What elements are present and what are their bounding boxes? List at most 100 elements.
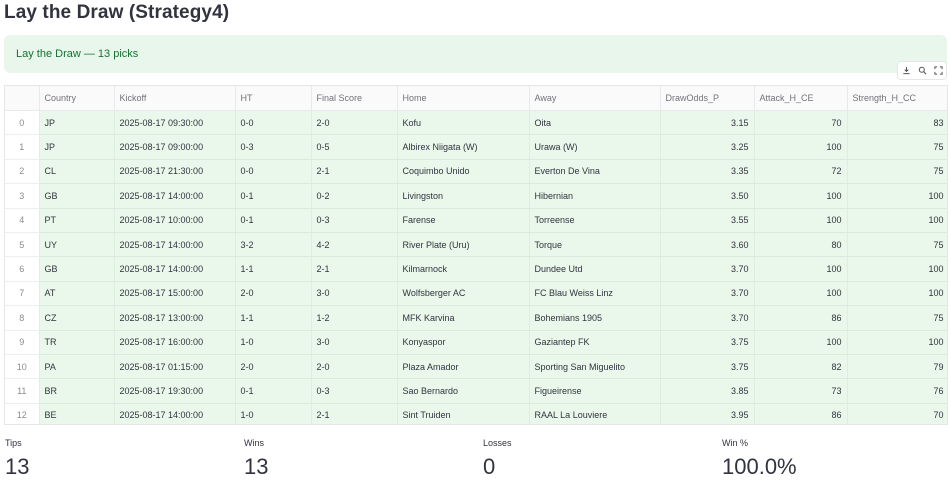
- cell-home: Konyaspor: [397, 330, 530, 355]
- metric-value: 13: [5, 454, 30, 479]
- table-row[interactable]: 12 BE 2025-08-17 14:00:00 1-0 2-1 Sint Truide…: [5, 403, 947, 424]
- cell-draw-odds: 3.75: [660, 330, 755, 355]
- row-index: 1: [5, 134, 40, 160]
- column-header-country[interactable]: Country: [39, 86, 115, 111]
- column-header-strength[interactable]: Strength_H_CC: [847, 86, 947, 111]
- cell-away: Hibernian: [529, 183, 661, 209]
- table-toolbar: [897, 61, 947, 80]
- cell-final-score: 0-2: [311, 183, 398, 209]
- cell-country: PA: [39, 354, 115, 380]
- row-index: 8: [5, 305, 40, 331]
- cell-strength: 83: [847, 110, 947, 136]
- row-index: 6: [5, 256, 40, 282]
- cell-home: Livingston: [397, 183, 530, 209]
- cell-attack: 80: [754, 232, 848, 258]
- table-row[interactable]: 2 CL 2025-08-17 21:30:00 0-0 2-1 Coquimbo Uni…: [5, 159, 947, 185]
- search-icon[interactable]: [918, 66, 927, 75]
- cell-attack: 72: [754, 159, 848, 185]
- cell-country: AT: [39, 281, 115, 307]
- row-index: 3: [5, 183, 40, 209]
- cell-final-score: 1-2: [311, 305, 398, 331]
- cell-attack: 100: [754, 330, 848, 355]
- cell-ht: 0-3: [235, 134, 312, 160]
- cell-kickoff: 2025-08-17 09:30:00: [114, 110, 236, 136]
- cell-draw-odds: 3.70: [660, 305, 755, 331]
- column-header-attack[interactable]: Attack_H_CE: [754, 86, 848, 111]
- picks-table[interactable]: Country Kickoff HT Final Score Home Away…: [4, 85, 948, 425]
- cell-final-score: 2-1: [311, 159, 398, 185]
- cell-away: Urawa (W): [529, 134, 661, 160]
- column-header-index[interactable]: [5, 86, 40, 111]
- download-icon[interactable]: [902, 66, 911, 75]
- table-row[interactable]: 5 UY 2025-08-17 14:00:00 3-2 4-2 River Plate …: [5, 232, 947, 258]
- cell-attack: 70: [754, 110, 848, 136]
- cell-final-score: 0-3: [311, 208, 398, 233]
- cell-strength: 100: [847, 281, 947, 307]
- cell-strength: 76: [847, 378, 947, 404]
- table-row[interactable]: 11 BR 2025-08-17 19:30:00 0-1 0-3 Sao Bernard…: [5, 378, 947, 404]
- cell-ht: 1-0: [235, 330, 312, 355]
- cell-final-score: 2-1: [311, 256, 398, 282]
- cell-away: Figueirense: [529, 378, 661, 404]
- metric-label: Losses: [483, 438, 512, 448]
- table-row[interactable]: 8 CZ 2025-08-17 13:00:00 1-1 1-2 MFK Karvina B…: [5, 305, 947, 331]
- table-row[interactable]: 0 JP 2025-08-17 09:30:00 0-0 2-0 Kofu Oita 3.15…: [5, 110, 947, 136]
- cell-strength: 100: [847, 330, 947, 355]
- row-index: 12: [5, 403, 40, 424]
- cell-kickoff: 2025-08-17 14:00:00: [114, 183, 236, 209]
- table-row[interactable]: 7 AT 2025-08-17 15:00:00 2-0 3-0 Wolfsberger …: [5, 281, 947, 307]
- table-row[interactable]: 9 TR 2025-08-17 16:00:00 1-0 3-0 Konyaspor Gaz…: [5, 330, 947, 355]
- row-index: 11: [5, 378, 40, 404]
- cell-final-score: 0-3: [311, 378, 398, 404]
- cell-away: RAAL La Louviere: [529, 403, 661, 424]
- cell-ht: 1-1: [235, 256, 312, 282]
- cell-home: Farense: [397, 208, 530, 233]
- cell-away: Dundee Utd: [529, 256, 661, 282]
- cell-final-score: 2-0: [311, 354, 398, 380]
- cell-home: Wolfsberger AC: [397, 281, 530, 307]
- cell-draw-odds: 3.70: [660, 281, 755, 307]
- column-header-ht[interactable]: HT: [235, 86, 312, 111]
- cell-kickoff: 2025-08-17 15:00:00: [114, 281, 236, 307]
- fullscreen-icon[interactable]: [933, 66, 943, 75]
- row-index: 7: [5, 281, 40, 307]
- table-row[interactable]: 4 PT 2025-08-17 10:00:00 0-1 0-3 Farense Torre…: [5, 208, 947, 233]
- cell-strength: 79: [847, 354, 947, 380]
- cell-attack: 73: [754, 378, 848, 404]
- table-row[interactable]: 1 JP 2025-08-17 09:00:00 0-3 0-5 Albirex Niig…: [5, 134, 947, 160]
- cell-draw-odds: 3.95: [660, 403, 755, 424]
- cell-kickoff: 2025-08-17 01:15:00: [114, 354, 236, 380]
- cell-country: GB: [39, 256, 115, 282]
- cell-away: Torreense: [529, 208, 661, 233]
- cell-draw-odds: 3.55: [660, 208, 755, 233]
- cell-attack: 100: [754, 208, 848, 233]
- cell-kickoff: 2025-08-17 13:00:00: [114, 305, 236, 331]
- cell-country: CL: [39, 159, 115, 185]
- column-header-home[interactable]: Home: [397, 86, 530, 111]
- metric-losses: Losses 0: [483, 438, 512, 480]
- metric-value: 0: [483, 454, 496, 479]
- cell-kickoff: 2025-08-17 16:00:00: [114, 330, 236, 355]
- cell-ht: 2-0: [235, 354, 312, 380]
- cell-ht: 0-1: [235, 378, 312, 404]
- cell-home: Albirex Niigata (W): [397, 134, 530, 160]
- column-header-draw-odds[interactable]: DrawOdds_P: [660, 86, 755, 111]
- cell-away: FC Blau Weiss Linz: [529, 281, 661, 307]
- table-row[interactable]: 10 PA 2025-08-17 01:15:00 2-0 2-0 Plaza Amado…: [5, 354, 947, 380]
- cell-home: Plaza Amador: [397, 354, 530, 380]
- cell-draw-odds: 3.75: [660, 354, 755, 380]
- column-header-kickoff[interactable]: Kickoff: [114, 86, 236, 111]
- cell-away: Oita: [529, 110, 661, 136]
- row-index: 4: [5, 208, 40, 233]
- cell-away: Sporting San Miguelito: [529, 354, 661, 380]
- cell-ht: 0-1: [235, 183, 312, 209]
- column-header-away[interactable]: Away: [529, 86, 661, 111]
- table-row[interactable]: 6 GB 2025-08-17 14:00:00 1-1 2-1 Kilmarnock Du…: [5, 256, 947, 282]
- column-header-final-score[interactable]: Final Score: [311, 86, 398, 111]
- cell-strength: 75: [847, 305, 947, 331]
- row-index: 0: [5, 110, 40, 136]
- cell-home: Kilmarnock: [397, 256, 530, 282]
- cell-attack: 82: [754, 354, 848, 380]
- table-row[interactable]: 3 GB 2025-08-17 14:00:00 0-1 0-2 Livingston Hi…: [5, 183, 947, 209]
- cell-kickoff: 2025-08-17 10:00:00: [114, 208, 236, 233]
